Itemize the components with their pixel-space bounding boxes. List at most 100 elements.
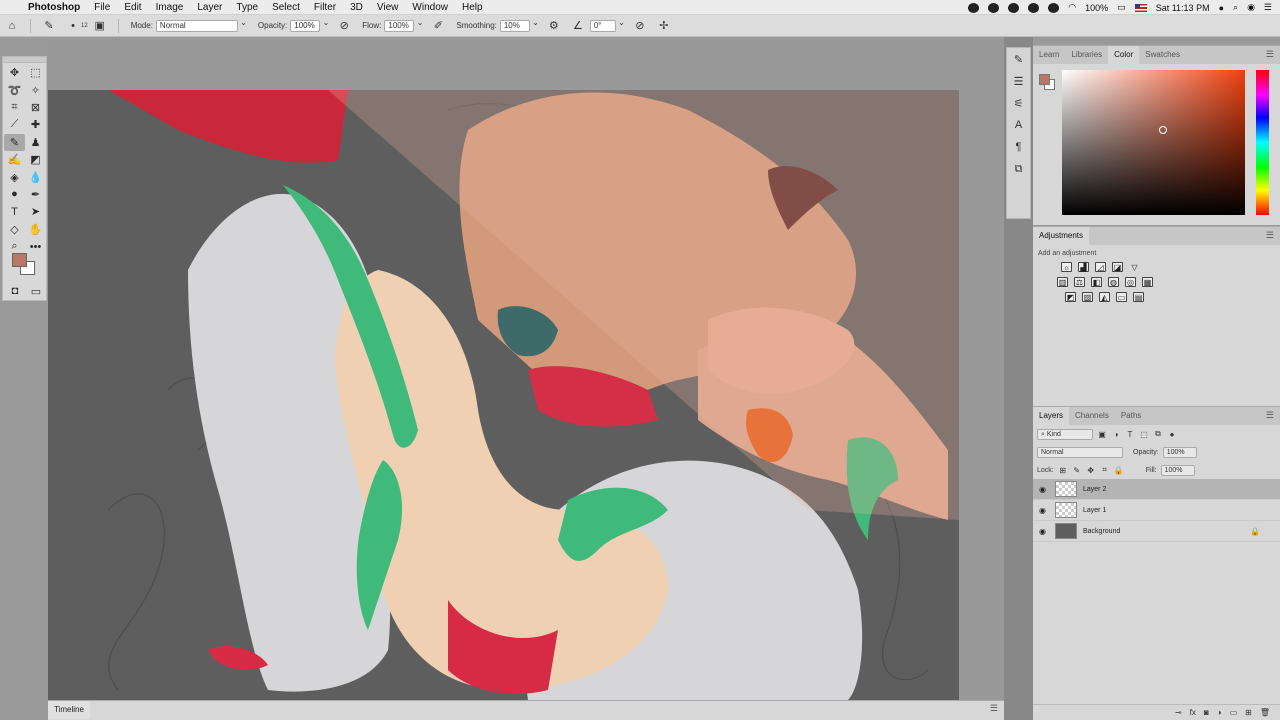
layer-name[interactable]: Background bbox=[1083, 528, 1120, 535]
paragraph-panel-icon[interactable]: ¶ bbox=[1007, 136, 1030, 158]
hue-saturation-icon[interactable]: ▥ bbox=[1057, 277, 1068, 287]
gradient-map-icon[interactable]: ▤ bbox=[1133, 292, 1144, 302]
curves-icon[interactable]: ◿ bbox=[1095, 262, 1106, 272]
tab-layers[interactable]: Layers bbox=[1033, 407, 1070, 425]
color-saturation-field[interactable] bbox=[1062, 70, 1245, 215]
tab-channels[interactable]: Channels bbox=[1069, 407, 1115, 425]
status-chat-icon[interactable] bbox=[1028, 2, 1040, 13]
link-layers-icon[interactable]: ⊸ bbox=[1175, 708, 1182, 717]
battery-icon[interactable]: ▭ bbox=[1117, 2, 1126, 13]
clock[interactable]: Sat 11:13 PM bbox=[1156, 3, 1210, 13]
menu-window[interactable]: Window bbox=[412, 2, 448, 13]
more-tools-icon[interactable]: ••• bbox=[25, 238, 46, 255]
posterize-icon[interactable]: ▨ bbox=[1082, 292, 1093, 302]
user-avatar-icon[interactable]: ● bbox=[1219, 3, 1224, 13]
tab-learn[interactable]: Learn bbox=[1033, 46, 1065, 64]
lock-artboard-icon[interactable]: ⌗ bbox=[1100, 465, 1110, 475]
type-tool-icon[interactable]: T bbox=[4, 203, 25, 220]
photo-filter-icon[interactable]: ◍ bbox=[1108, 277, 1119, 287]
paint-bucket-tool-icon[interactable]: ◈ bbox=[4, 168, 25, 185]
crop-tool-icon[interactable]: ⌗ bbox=[4, 99, 25, 116]
tab-paths[interactable]: Paths bbox=[1115, 407, 1147, 425]
brush-tool-icon[interactable]: ✎ bbox=[42, 19, 56, 33]
invert-icon[interactable]: ◩ bbox=[1065, 292, 1076, 302]
menu-layer[interactable]: Layer bbox=[197, 2, 222, 13]
smart-object-filter-icon[interactable]: ⧉ bbox=[1153, 429, 1163, 439]
layer-row[interactable]: ◉ Layer 2 bbox=[1033, 479, 1280, 500]
move-tool-icon[interactable]: ✥ bbox=[4, 64, 25, 81]
blend-mode-select[interactable]: Normal bbox=[1037, 446, 1123, 458]
panel-menu-icon[interactable]: ☰ bbox=[1266, 49, 1274, 60]
shape-filter-icon[interactable]: ⬚ bbox=[1139, 429, 1149, 439]
brush-settings-panel-icon[interactable]: ✎ bbox=[1007, 48, 1030, 70]
mode-select[interactable]: Normal bbox=[155, 18, 247, 32]
tab-color[interactable]: Color bbox=[1108, 46, 1140, 64]
notification-center-icon[interactable]: ☰ bbox=[1264, 2, 1272, 13]
tab-libraries[interactable]: Libraries bbox=[1065, 46, 1108, 64]
fill-field[interactable]: 100% bbox=[1160, 464, 1195, 476]
new-group-icon[interactable]: ▭ bbox=[1230, 708, 1238, 717]
delete-layer-icon[interactable]: 🗑 bbox=[1260, 708, 1270, 717]
history-brush-tool-icon[interactable]: ✍ bbox=[4, 151, 25, 168]
layer-name[interactable]: Layer 2 bbox=[1083, 486, 1106, 493]
pressure-opacity-icon[interactable]: ⊘ bbox=[337, 19, 351, 33]
angle-field[interactable]: 0° bbox=[589, 18, 625, 32]
channel-mixer-icon[interactable]: ◎ bbox=[1125, 277, 1136, 287]
selective-color-icon[interactable]: ▭ bbox=[1116, 292, 1127, 302]
status-display-icon[interactable] bbox=[1048, 2, 1060, 13]
wifi-icon[interactable]: ◠ bbox=[1068, 2, 1076, 13]
lock-position-icon[interactable]: ✥ bbox=[1086, 465, 1096, 475]
blur-tool-icon[interactable]: 💧 bbox=[25, 168, 46, 185]
canvas-area[interactable] bbox=[48, 37, 1004, 700]
screen-mode-icon[interactable]: ▭ bbox=[29, 285, 43, 298]
kind-filter-select[interactable]: ⌕ Kind bbox=[1037, 428, 1093, 440]
layer-row[interactable]: ◉ Layer 1 bbox=[1033, 500, 1280, 521]
menu-filter[interactable]: Filter bbox=[314, 2, 336, 13]
home-icon[interactable]: ⌂ bbox=[5, 19, 19, 33]
brightness-contrast-icon[interactable]: ☼ bbox=[1061, 262, 1072, 272]
smoothing-field[interactable]: 10% bbox=[499, 18, 539, 32]
menu-image[interactable]: Image bbox=[156, 2, 184, 13]
tab-swatches[interactable]: Swatches bbox=[1139, 46, 1186, 64]
magic-wand-tool-icon[interactable]: ✧ bbox=[25, 81, 46, 98]
lock-all-icon[interactable]: 🔒 bbox=[1114, 465, 1124, 475]
opacity-field[interactable]: 100% bbox=[290, 18, 329, 32]
color-balance-icon[interactable]: ⚖ bbox=[1074, 277, 1085, 287]
tab-adjustments[interactable]: Adjustments bbox=[1033, 227, 1090, 245]
marquee-tool-icon[interactable]: ⬚ bbox=[25, 64, 46, 81]
color-panel-fg-swatch[interactable] bbox=[1039, 74, 1050, 85]
layer-row[interactable]: ◉ Background 🔒 bbox=[1033, 521, 1280, 542]
pen-tool-icon[interactable]: ✒ bbox=[25, 186, 46, 203]
add-mask-icon[interactable]: ◙ bbox=[1204, 708, 1209, 717]
input-flag-icon[interactable] bbox=[1134, 3, 1147, 12]
color-lookup-icon[interactable]: ▦ bbox=[1142, 277, 1153, 287]
foreground-color-swatch[interactable] bbox=[12, 253, 27, 267]
clone-source-icon[interactable]: ⧉ bbox=[1007, 158, 1030, 180]
quick-mask-icon[interactable]: ◘ bbox=[8, 285, 22, 297]
panel-menu-icon[interactable]: ☰ bbox=[990, 703, 998, 714]
path-selection-tool-icon[interactable]: ➤ bbox=[25, 203, 46, 220]
hue-slider[interactable] bbox=[1256, 70, 1269, 215]
threshold-icon[interactable]: ◭ bbox=[1099, 292, 1110, 302]
lock-pixels-icon[interactable]: ✎ bbox=[1072, 465, 1082, 475]
levels-icon[interactable]: ▟ bbox=[1078, 262, 1089, 272]
black-white-icon[interactable]: ◧ bbox=[1091, 277, 1102, 287]
stamp-tool-icon[interactable]: ♟ bbox=[25, 134, 46, 151]
menu-type[interactable]: Type bbox=[236, 2, 258, 13]
dodge-tool-icon[interactable]: ● bbox=[4, 186, 25, 203]
layer-name[interactable]: Layer 1 bbox=[1083, 507, 1106, 514]
exposure-icon[interactable]: ◪ bbox=[1112, 262, 1123, 272]
healing-brush-tool-icon[interactable]: ✚ bbox=[25, 116, 46, 133]
flow-field[interactable]: 100% bbox=[384, 18, 423, 32]
layer-style-icon[interactable]: fx bbox=[1190, 708, 1196, 717]
properties-panel-icon[interactable]: ⚟ bbox=[1007, 92, 1030, 114]
menu-view[interactable]: View bbox=[377, 2, 399, 13]
menu-file[interactable]: File bbox=[94, 2, 110, 13]
type-filter-icon[interactable]: T bbox=[1125, 429, 1135, 439]
eyedropper-tool-icon[interactable]: ⟋ bbox=[4, 116, 25, 133]
frame-tool-icon[interactable]: ⊠ bbox=[25, 99, 46, 116]
layer-opacity-field[interactable]: 100% bbox=[1162, 446, 1197, 458]
new-adjustment-icon[interactable]: ◑ bbox=[1217, 708, 1222, 717]
filter-toggle-icon[interactable]: ● bbox=[1167, 429, 1177, 439]
document-canvas[interactable] bbox=[48, 90, 959, 700]
